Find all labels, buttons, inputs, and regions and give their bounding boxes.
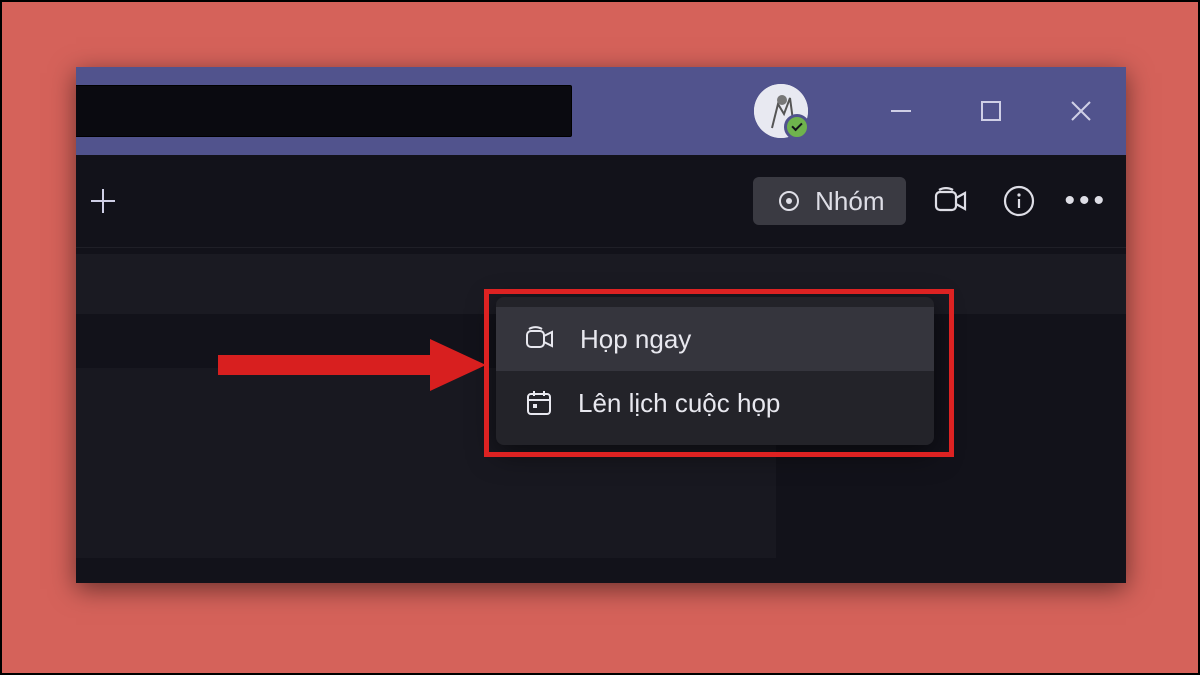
minimize-button[interactable]	[856, 67, 946, 155]
add-tab-button[interactable]	[84, 182, 122, 220]
meet-now-label: Họp ngay	[580, 324, 691, 355]
group-filter-label: Nhóm	[815, 186, 884, 217]
search-input[interactable]	[76, 85, 572, 137]
window-controls	[856, 67, 1126, 155]
channel-toolbar: Nhóm •••	[76, 155, 1126, 248]
app-window: Nhóm •••	[76, 67, 1126, 583]
annotation-arrow	[218, 335, 488, 395]
meet-now-menu-item[interactable]: Họp ngay	[496, 307, 934, 371]
meet-dropdown-menu: Họp ngay Lên lịch cuộc họp	[496, 297, 934, 445]
maximize-button[interactable]	[946, 67, 1036, 155]
more-options-button[interactable]: •••	[1064, 184, 1108, 218]
presence-available-icon	[784, 114, 810, 140]
group-filter-pill[interactable]: Nhóm	[753, 177, 906, 225]
meet-button[interactable]	[928, 178, 974, 224]
schedule-meeting-menu-item[interactable]: Lên lịch cuộc họp	[496, 371, 934, 435]
user-avatar[interactable]	[754, 84, 808, 138]
info-button[interactable]	[996, 178, 1042, 224]
schedule-meeting-label: Lên lịch cuộc họp	[578, 388, 780, 419]
title-bar	[76, 67, 1126, 155]
close-button[interactable]	[1036, 67, 1126, 155]
